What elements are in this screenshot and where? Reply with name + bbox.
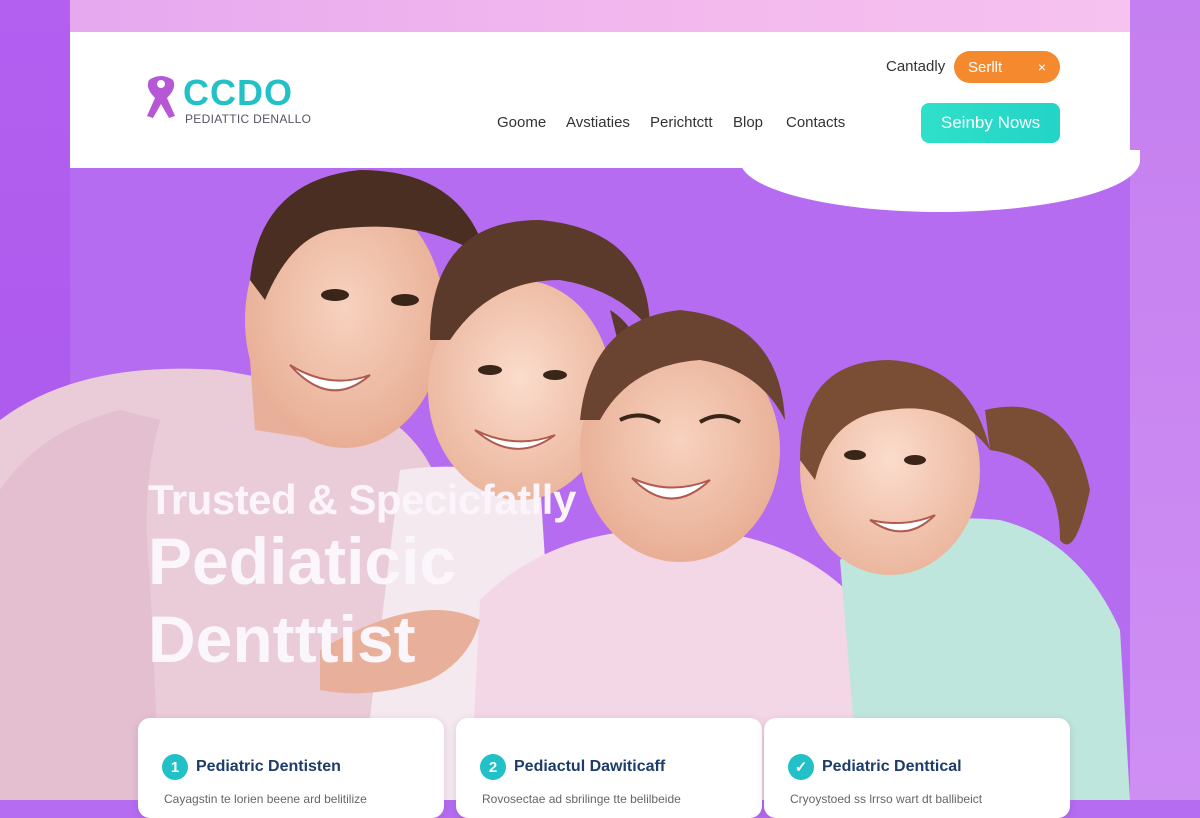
- card-description: Cryoystoed ss lrrso wart dt ballibeict: [790, 792, 983, 806]
- nav-item-contacts[interactable]: Contacts: [786, 114, 845, 131]
- card-title: Pediatric Dentisten: [196, 758, 341, 775]
- search-button[interactable]: Serllt ×: [954, 51, 1060, 83]
- service-card-3[interactable]: ✓ Pediatric Denttical Cryoystoed ss lrrs…: [764, 718, 1070, 818]
- nav-item-pediatric[interactable]: Perichtctt: [650, 114, 713, 131]
- contact-link[interactable]: Cantadly: [886, 58, 945, 75]
- card-description: Rovosectae ad sbrilinge tte belilbeide: [482, 792, 681, 806]
- close-icon[interactable]: ×: [1038, 59, 1046, 75]
- brand-logo[interactable]: CCDO PEDIATTIC DENALLO: [143, 72, 311, 126]
- nav-item-activities[interactable]: Avstiaties: [566, 114, 630, 131]
- nav-item-home[interactable]: Goome: [497, 114, 546, 131]
- hero-subheading: Trusted & Specicfatlly: [148, 476, 576, 523]
- nav-item-blog[interactable]: Blop: [733, 114, 763, 131]
- hero-heading-line2: Dentttist: [148, 602, 416, 676]
- step-number-badge: 2: [480, 754, 506, 780]
- service-card-2[interactable]: 2 Pediactul Dawiticaff Rovosectae ad sbr…: [456, 718, 762, 818]
- step-number-badge: 1: [162, 754, 188, 780]
- hero-heading-line1: Pediaticic: [148, 524, 457, 598]
- card-title: Pediatric Denttical: [822, 758, 962, 775]
- brand-tagline: PEDIATTIC DENALLO: [185, 112, 312, 126]
- service-card-1[interactable]: 1 Pediatric Dentisten Cayagstin te lorie…: [138, 718, 444, 818]
- search-label: Serllt: [968, 58, 1003, 76]
- checkmark-icon: ✓: [788, 754, 814, 780]
- brand-name: CCDO: [183, 72, 293, 113]
- card-description: Cayagstin te lorien beene ard belitilize: [164, 792, 367, 806]
- card-title: Pediactul Dawiticaff: [514, 758, 666, 775]
- tooth-ribbon-icon: [147, 76, 175, 118]
- cta-button[interactable]: Seinby Nows: [921, 103, 1060, 143]
